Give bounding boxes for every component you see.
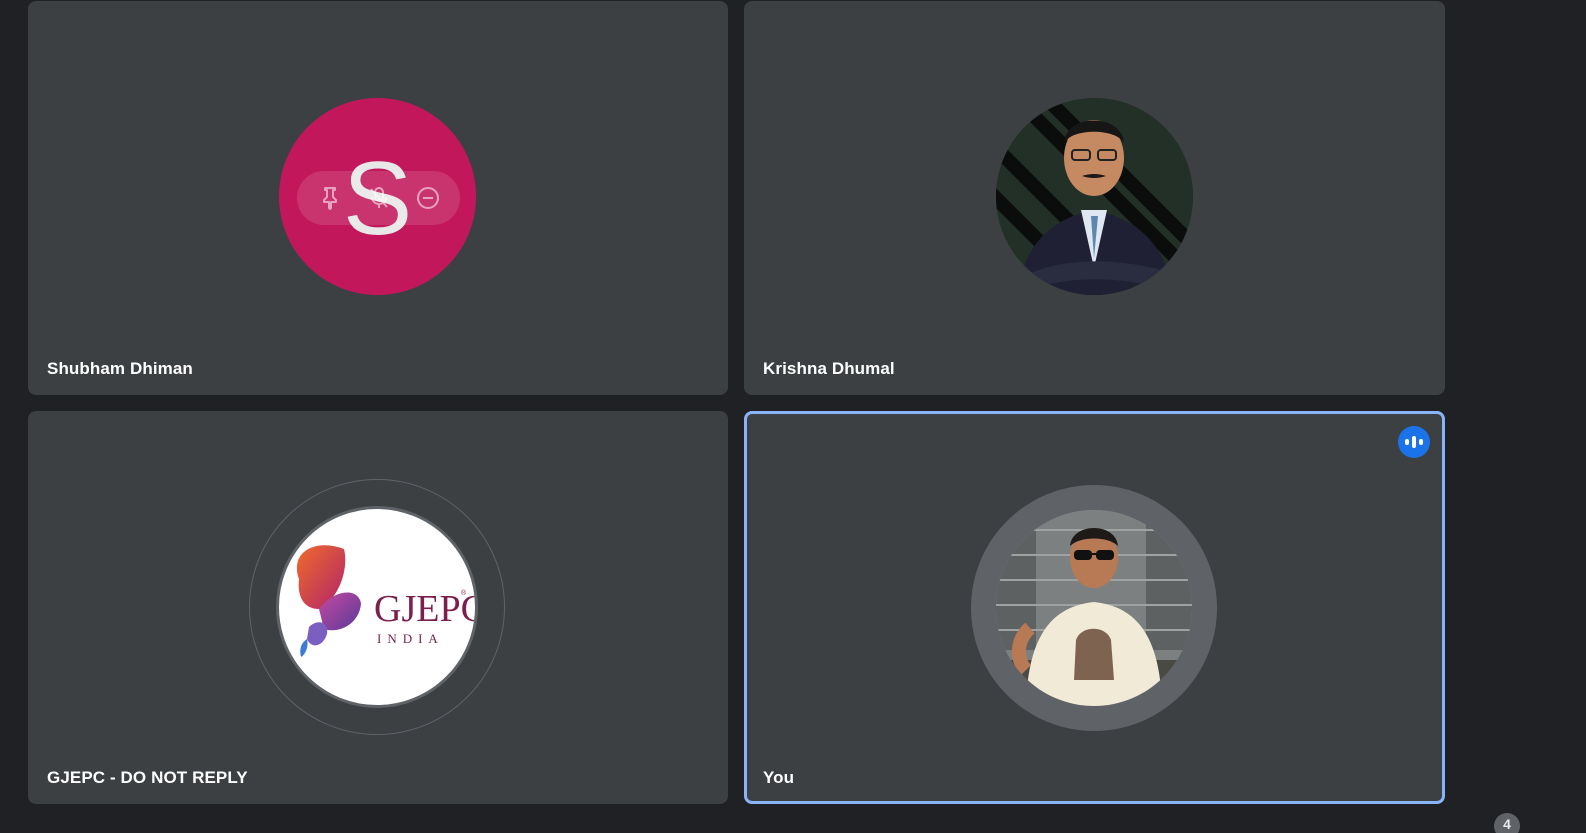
participant-name: You (763, 768, 795, 787)
profile-photo-avatar (996, 510, 1192, 706)
pin-icon[interactable] (317, 185, 343, 211)
profile-photo-icon (996, 98, 1193, 295)
logo-avatar: GJEPC INDIA ® (276, 506, 478, 708)
audio-level-icon (1405, 436, 1423, 448)
participant-tile-gjepc[interactable]: GJEPC INDIA ® GJEPC - DO NOT REPLY (28, 411, 728, 804)
profile-photo-icon (996, 510, 1192, 706)
participant-name: Shubham Dhiman (47, 359, 193, 378)
participant-tile-you[interactable]: You (744, 411, 1445, 804)
profile-photo-avatar (996, 98, 1193, 295)
participant-tile-krishna[interactable]: Krishna Dhumal (744, 1, 1445, 395)
tile-hover-controls (297, 171, 460, 225)
meeting-grid: S Shubham Dhiman Krishna Dhumal GJEPC IN… (0, 0, 1586, 833)
butterfly-logo-icon: GJEPC INDIA ® (297, 545, 475, 657)
participant-name: Krishna Dhumal (763, 359, 895, 378)
participant-tile-shubham[interactable]: S Shubham Dhiman (28, 1, 728, 395)
logo-text: GJEPC (374, 588, 475, 630)
overflow-participants-badge[interactable]: 4 (1494, 813, 1520, 833)
remove-icon[interactable] (415, 185, 441, 211)
participant-name: GJEPC - DO NOT REPLY (47, 768, 248, 787)
logo-registered-mark: ® (461, 589, 467, 597)
speaking-indicator (1398, 426, 1430, 458)
logo-subtext: INDIA (377, 631, 444, 646)
mic-off-icon[interactable] (366, 185, 392, 211)
